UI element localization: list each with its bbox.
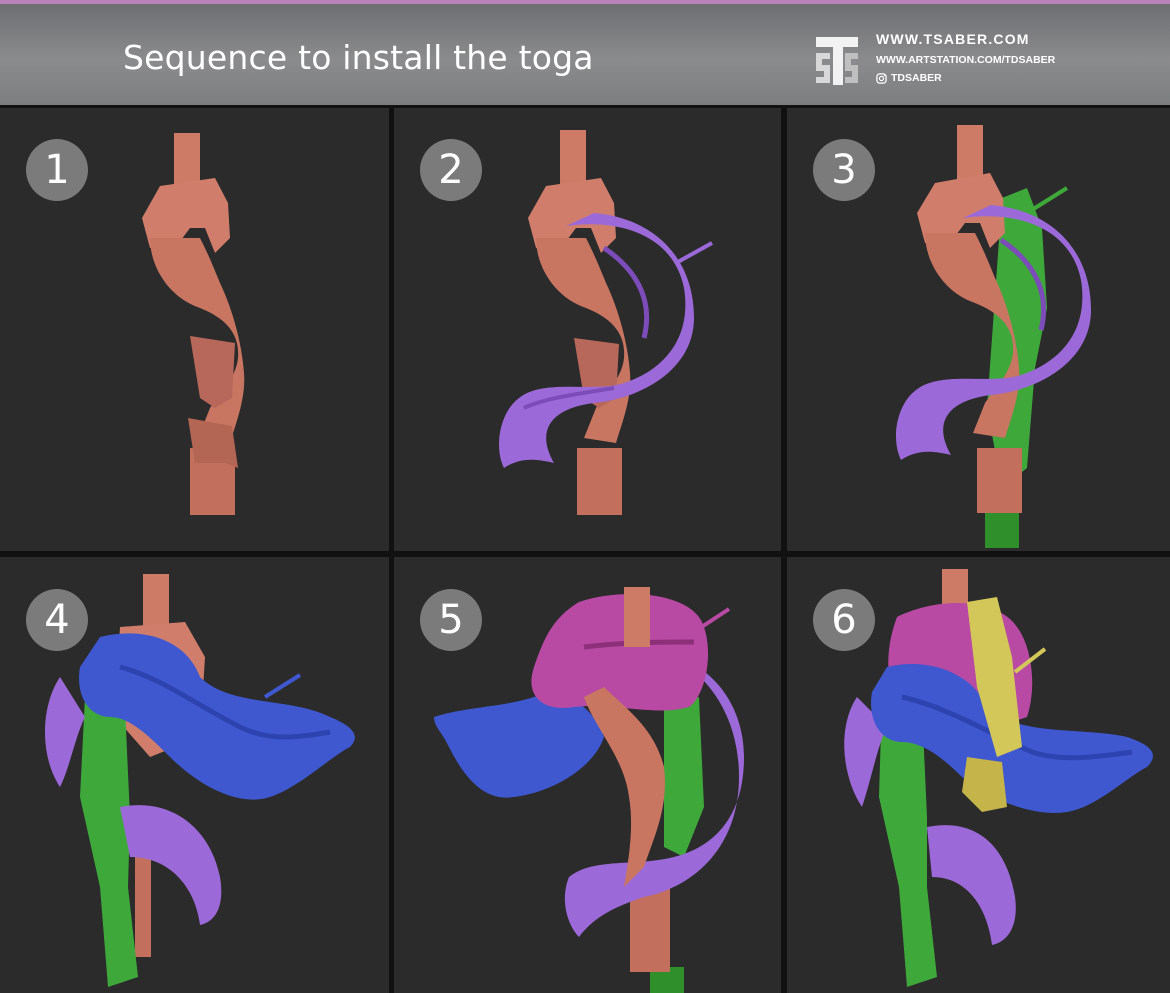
- step-panel-6: 6: [787, 557, 1170, 993]
- step-panel-2: 2: [394, 108, 781, 551]
- sequence-grid: 1 2 3 4 5 6: [0, 105, 1170, 993]
- website-link[interactable]: WWW.TSABER.COM: [876, 31, 1055, 47]
- artstation-link[interactable]: WWW.ARTSTATION.COM/TDSABER: [876, 54, 1055, 66]
- step-panel-1: 1: [0, 108, 389, 551]
- ts-logo-icon: [816, 37, 858, 85]
- sculpt-step-2-image: [499, 130, 713, 515]
- step-panel-3: 3: [787, 108, 1170, 551]
- instagram-icon: [876, 72, 887, 84]
- contact-links: WWW.TSABER.COM WWW.ARTSTATION.COM/TDSABE…: [876, 31, 1055, 84]
- sculpt-step-5-image: [434, 587, 744, 993]
- header-banner: Sequence to install the toga WWW.TSABER.…: [0, 4, 1170, 105]
- sculpt-step-4-image: [45, 574, 355, 987]
- page-title: Sequence to install the toga: [123, 38, 594, 77]
- sculpt-step-6-image: [844, 569, 1153, 987]
- instagram-link[interactable]: TDSABER: [876, 72, 1055, 84]
- step-panel-5: 5: [394, 557, 781, 993]
- instagram-handle: TDSABER: [891, 72, 942, 84]
- sculpt-step-1-image: [142, 133, 245, 515]
- step-panel-4: 4: [0, 557, 389, 993]
- sculpt-step-3-image: [896, 125, 1091, 548]
